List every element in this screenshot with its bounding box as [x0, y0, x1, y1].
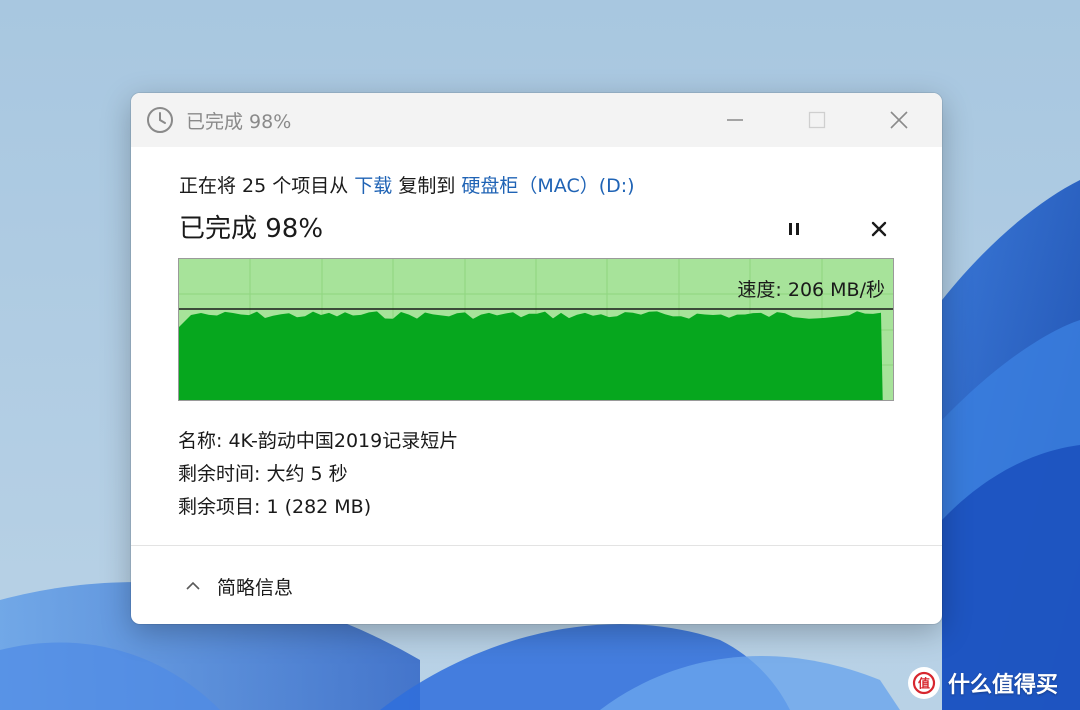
item-name: 名称: 4K-韵动中国2019记录短片 [178, 430, 459, 452]
title-bar[interactable]: 已完成 98% [131, 93, 942, 147]
source-folder-link[interactable]: 下载 [354, 175, 392, 197]
watermark-text: 什么值得买 [948, 673, 1059, 698]
time-remaining: 剩余时间: 大约 5 秒 [178, 463, 348, 485]
watermark: 值 什么值得买 [908, 665, 1058, 701]
clock-icon [147, 107, 173, 133]
speed-area [179, 311, 883, 400]
transfer-speed-graph: 速度: 206 MB/秒 [178, 258, 894, 401]
cancel-copy-button[interactable] [864, 214, 894, 244]
copy-description: 正在将 25 个项目从 下载 复制到 硬盘柜（MAC）(D:) [179, 171, 899, 198]
close-icon [871, 221, 887, 237]
less-info-label: 简略信息 [217, 576, 294, 599]
transfer-details: 名称: 4K-韵动中国2019记录短片 剩余时间: 大约 5 秒 剩余项目: 1… [178, 425, 458, 524]
pause-icon [789, 223, 799, 235]
svg-text:值: 值 [918, 676, 930, 691]
destination-folder-link[interactable]: 硬盘柜（MAC）(D:) [461, 175, 634, 197]
window-title: 已完成 98% [186, 111, 292, 133]
close-button[interactable] [863, 93, 935, 147]
maximize-icon [808, 111, 826, 129]
items-remaining: 剩余项目: 1 (282 MB) [178, 496, 372, 518]
maximize-button[interactable] [781, 93, 853, 147]
pause-button[interactable] [779, 214, 809, 244]
close-icon [890, 111, 908, 129]
minimize-button[interactable] [699, 93, 771, 147]
file-copy-dialog: 已完成 98% 正在将 25 个项目从 下载 复制到 硬盘柜（MAC）(D:) … [131, 93, 942, 624]
speed-label: 速度: 206 MB/秒 [737, 279, 885, 301]
smzdm-logo-icon: 值 [908, 667, 940, 699]
minimize-icon [727, 119, 743, 121]
copy-middle: 复制到 [392, 175, 462, 197]
less-info-toggle[interactable]: 简略信息 [183, 571, 293, 601]
footer-divider [131, 545, 942, 546]
chevron-up-icon [186, 581, 200, 590]
progress-title: 已完成 98% [179, 214, 324, 244]
copy-prefix: 正在将 25 个项目从 [179, 175, 355, 197]
